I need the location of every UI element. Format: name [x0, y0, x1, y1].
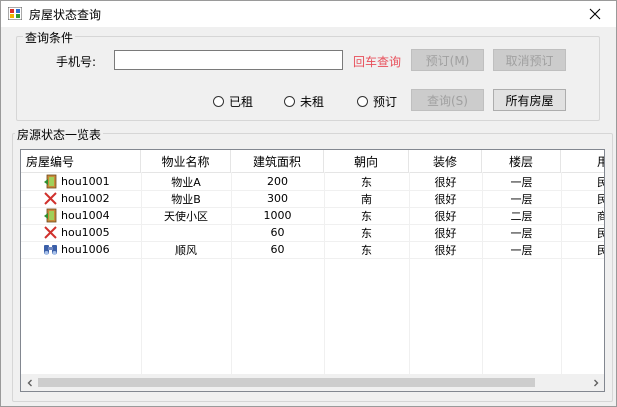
window-title: 房屋状态查询 [29, 8, 102, 22]
col-property-name[interactable]: 物业名称 [141, 150, 231, 172]
chevron-left-icon [27, 379, 32, 386]
horizontal-scrollbar[interactable] [21, 374, 604, 391]
table-cell: 一层 [510, 226, 533, 240]
radio-unrented[interactable]: 未租 [284, 93, 324, 110]
app-icon [8, 7, 22, 20]
col-orientation[interactable]: 朝向 [324, 150, 409, 172]
table-cell: 很好 [434, 192, 457, 206]
phone-input[interactable] [114, 50, 343, 70]
table-cell: 民 [561, 190, 604, 207]
query-button[interactable]: 查询(S) [411, 89, 484, 111]
query-legend: 查询条件 [23, 29, 76, 46]
table-cell: 东 [361, 243, 372, 257]
phone-label: 手机号: [56, 55, 97, 69]
table-row[interactable]: hou1006 顺风 60 东 很好 一层 民 [21, 241, 604, 259]
table-cell: hou1001 [61, 175, 110, 188]
table-cell: 很好 [434, 226, 457, 240]
col-usage[interactable]: 用 [561, 150, 604, 172]
radio-rented-label: 已租 [229, 95, 254, 109]
table-cell: 300 [267, 192, 288, 205]
table-row[interactable]: hou1004 天使小区 1000 东 很好 二层 商 [21, 207, 604, 225]
close-icon [589, 8, 601, 20]
col-area[interactable]: 建筑面积 [231, 150, 324, 172]
table-cell: 民 [561, 241, 604, 258]
chevron-right-icon [593, 379, 598, 386]
table-cell: 很好 [434, 243, 457, 257]
title-bar: 房屋状态查询 [1, 1, 616, 27]
table-cell: 物业A [171, 175, 201, 189]
scroll-thumb[interactable] [38, 378, 535, 387]
table-cell: 天使小区 [164, 209, 208, 223]
table-cell: 200 [267, 175, 288, 188]
table-cell: 商 [561, 207, 604, 224]
table-cell: 一层 [510, 243, 533, 257]
table-cell: hou1006 [61, 243, 110, 256]
radio-circle [284, 96, 295, 107]
table-cell: 南 [361, 192, 372, 206]
table-cell: 东 [361, 175, 372, 189]
table-cell: hou1005 [61, 226, 110, 239]
table-cell: 一层 [510, 175, 533, 189]
table-cell: 1000 [263, 209, 292, 222]
table-row[interactable]: hou1001 物业A 200 东 很好 一层 民 [21, 173, 604, 191]
table-cell [141, 224, 231, 241]
table-row[interactable]: hou1005 60 东 很好 一层 民 [21, 224, 604, 242]
enter-query-hint: 回车查询 [353, 55, 402, 69]
scroll-right-button[interactable] [587, 374, 604, 391]
table-cell: hou1002 [61, 192, 110, 205]
close-button[interactable] [580, 3, 610, 25]
table-cell: 很好 [434, 209, 457, 223]
house-listview[interactable]: 房屋编号 物业名称 建筑面积 朝向 装修 楼层 用 hou1001 物业A 200 东… [20, 149, 605, 392]
table-row[interactable]: hou1002 物业B 300 南 很好 一层 民 [21, 190, 604, 208]
table-cell: 一层 [510, 192, 533, 206]
cancel-reserve-button[interactable]: 取消预订 [493, 49, 566, 71]
table-cell: 顺风 [175, 243, 197, 257]
col-floor[interactable]: 楼层 [482, 150, 561, 172]
list-legend: 房源状态一览表 [15, 126, 104, 143]
listview-header: 房屋编号 物业名称 建筑面积 朝向 装修 楼层 用 [21, 150, 604, 173]
col-house-id[interactable]: 房屋编号 [21, 150, 141, 172]
table-cell: 二层 [510, 209, 533, 223]
main-window: 房屋状态查询 查询条件 手机号: 回车查询 预订(M) 取消预订 已租 未租 预… [0, 0, 617, 407]
radio-reserved[interactable]: 预订 [357, 93, 397, 110]
table-cell: 60 [270, 243, 285, 256]
table-cell: 物业B [171, 192, 201, 206]
radio-rented[interactable]: 已租 [213, 93, 253, 110]
table-cell: hou1004 [61, 209, 110, 222]
col-decoration[interactable]: 装修 [409, 150, 482, 172]
radio-circle [213, 96, 224, 107]
table-cell: 民 [561, 224, 604, 241]
all-houses-button[interactable]: 所有房屋 [493, 89, 566, 111]
table-cell: 很好 [434, 175, 457, 189]
reserve-button[interactable]: 预订(M) [411, 49, 484, 71]
table-cell: 民 [561, 173, 604, 190]
table-cell: 60 [270, 226, 285, 239]
radio-circle [357, 96, 368, 107]
scroll-left-button[interactable] [21, 374, 38, 391]
table-cell: 东 [361, 209, 372, 223]
table-cell: 东 [361, 226, 372, 240]
radio-reserved-label: 预订 [373, 95, 398, 109]
radio-unrented-label: 未租 [300, 95, 325, 109]
